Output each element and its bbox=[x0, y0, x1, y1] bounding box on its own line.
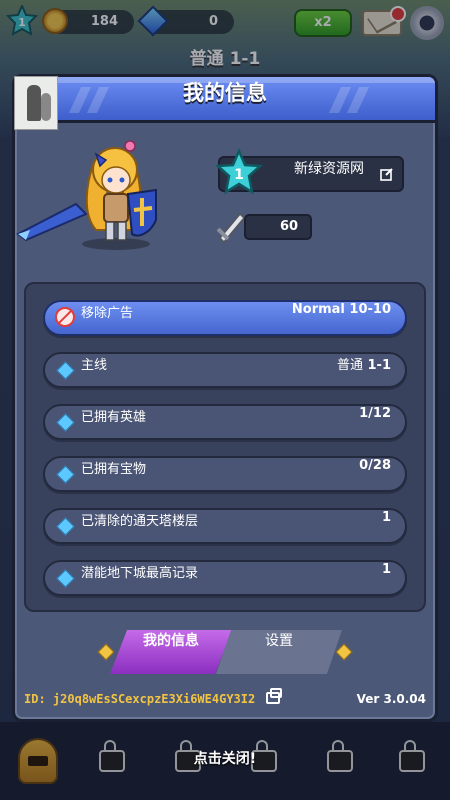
player-id-label: ID: bbox=[24, 692, 46, 706]
row-value: Normal 10-10 bbox=[291, 302, 391, 317]
row-label: 主线 bbox=[81, 358, 108, 373]
combat-power: 60 bbox=[244, 214, 312, 240]
combat-power-value: 60 bbox=[279, 219, 299, 234]
row-label: 已拥有英雄 bbox=[81, 410, 147, 425]
tab-settings[interactable]: 设置 bbox=[216, 630, 342, 674]
row-value: 1 bbox=[381, 510, 391, 525]
no-ads-icon bbox=[55, 307, 75, 327]
tab-my-info[interactable]: 我的信息 bbox=[110, 630, 232, 674]
row-value: 普通 1-1 bbox=[337, 354, 391, 373]
row-value-prefix: 普通 bbox=[336, 358, 363, 373]
row-label: 已清除的通天塔楼层 bbox=[81, 514, 199, 529]
panel-title: 我的信息 bbox=[183, 81, 267, 105]
diamond-icon bbox=[56, 465, 75, 484]
heroes-owned-row: 已拥有英雄 1/12 bbox=[43, 404, 407, 440]
player-id-value: j20q8wEsSCexcpzE3Xi6WE4GY3I2 bbox=[52, 692, 256, 706]
panel-header: 我的信息 bbox=[15, 77, 435, 123]
version-label: Ver 3.0.04 bbox=[356, 692, 426, 706]
player-level-star-icon: 1 bbox=[214, 148, 264, 195]
hero-portrait bbox=[16, 140, 157, 250]
row-label: 移除广告 bbox=[81, 306, 134, 321]
main-story-row: 主线 普通 1-1 bbox=[43, 352, 407, 388]
copy-icon[interactable] bbox=[266, 688, 282, 704]
row-value: 1 bbox=[381, 562, 391, 577]
edit-icon[interactable] bbox=[380, 167, 394, 181]
treasures-owned-row: 已拥有宝物 0/28 bbox=[43, 456, 407, 492]
player-name: 新绿资源网 bbox=[294, 161, 364, 177]
diamond-icon bbox=[56, 361, 75, 380]
row-value: 0/28 bbox=[359, 458, 391, 473]
row-value-number: 1-1 bbox=[367, 358, 392, 373]
player-id: ID: j20q8wEsSCexcpzE3Xi6WE4GY3I2 bbox=[24, 692, 255, 706]
player-level-text: 1 bbox=[234, 167, 244, 183]
remove-ads-row[interactable]: 移除广告 Normal 10-10 bbox=[43, 300, 407, 336]
diamond-icon bbox=[56, 413, 75, 432]
diamond-icon bbox=[56, 569, 75, 588]
row-label: 潜能地下城最高记录 bbox=[81, 566, 199, 581]
dungeon-record-row: 潜能地下城最高记录 1 bbox=[43, 560, 407, 596]
row-label: 已拥有宝物 bbox=[81, 462, 147, 477]
tower-floors-row: 已清除的通天塔楼层 1 bbox=[43, 508, 407, 544]
player-name-card[interactable]: 1 新绿资源网 bbox=[214, 148, 404, 195]
tap-to-close-hint[interactable]: 点击关闭! bbox=[0, 748, 450, 768]
avatar[interactable] bbox=[14, 76, 58, 130]
diamond-icon bbox=[56, 517, 75, 536]
row-value: 1/12 bbox=[359, 406, 391, 421]
